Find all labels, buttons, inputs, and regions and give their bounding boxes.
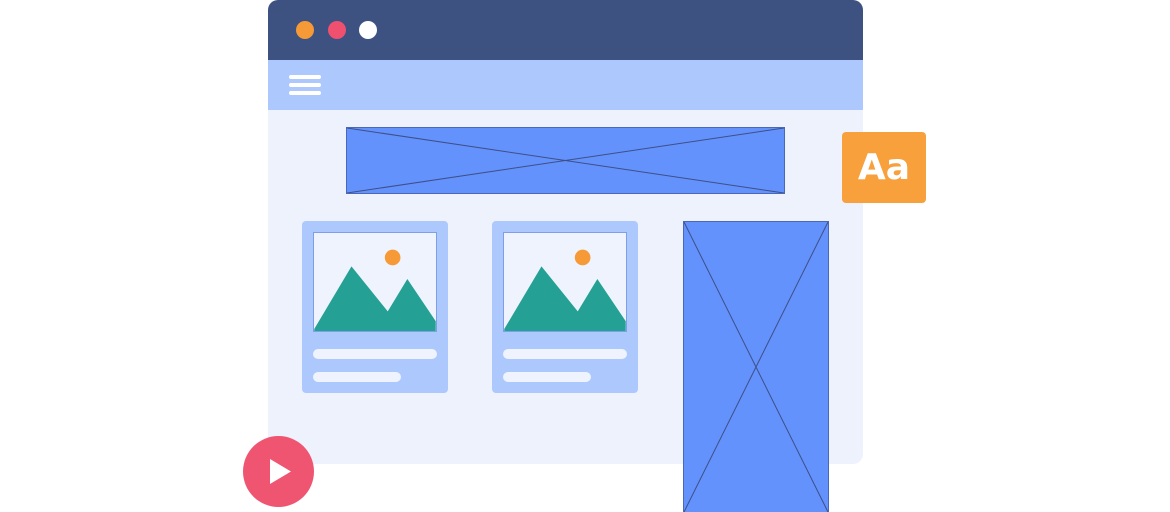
mountain-image-icon bbox=[314, 249, 436, 331]
image-placeholder-icon bbox=[503, 232, 627, 332]
play-icon bbox=[270, 459, 291, 484]
menu-line bbox=[289, 75, 321, 79]
window-dot-orange[interactable] bbox=[296, 21, 314, 39]
image-placeholder-icon bbox=[313, 232, 437, 332]
window-dot-red[interactable] bbox=[328, 21, 346, 39]
text-line-placeholder bbox=[503, 372, 591, 382]
sidebar-cross-lines bbox=[684, 222, 828, 512]
hamburger-menu-icon[interactable] bbox=[289, 75, 321, 95]
menu-line bbox=[289, 91, 321, 95]
content-card[interactable] bbox=[302, 221, 448, 393]
play-button[interactable] bbox=[243, 436, 314, 507]
mountain-image-icon bbox=[504, 249, 626, 331]
sidebar-placeholder bbox=[683, 221, 829, 512]
font-badge[interactable]: Aa bbox=[842, 132, 926, 203]
nav-bar bbox=[268, 60, 863, 110]
text-line-placeholder bbox=[313, 349, 437, 359]
menu-line bbox=[289, 83, 321, 87]
window-dot-white[interactable] bbox=[359, 21, 377, 39]
banner-placeholder bbox=[346, 127, 785, 194]
text-line-placeholder bbox=[503, 349, 627, 359]
banner-cross-lines bbox=[347, 128, 784, 193]
content-card[interactable] bbox=[492, 221, 638, 393]
window-titlebar bbox=[268, 0, 863, 60]
text-line-placeholder bbox=[313, 372, 401, 382]
